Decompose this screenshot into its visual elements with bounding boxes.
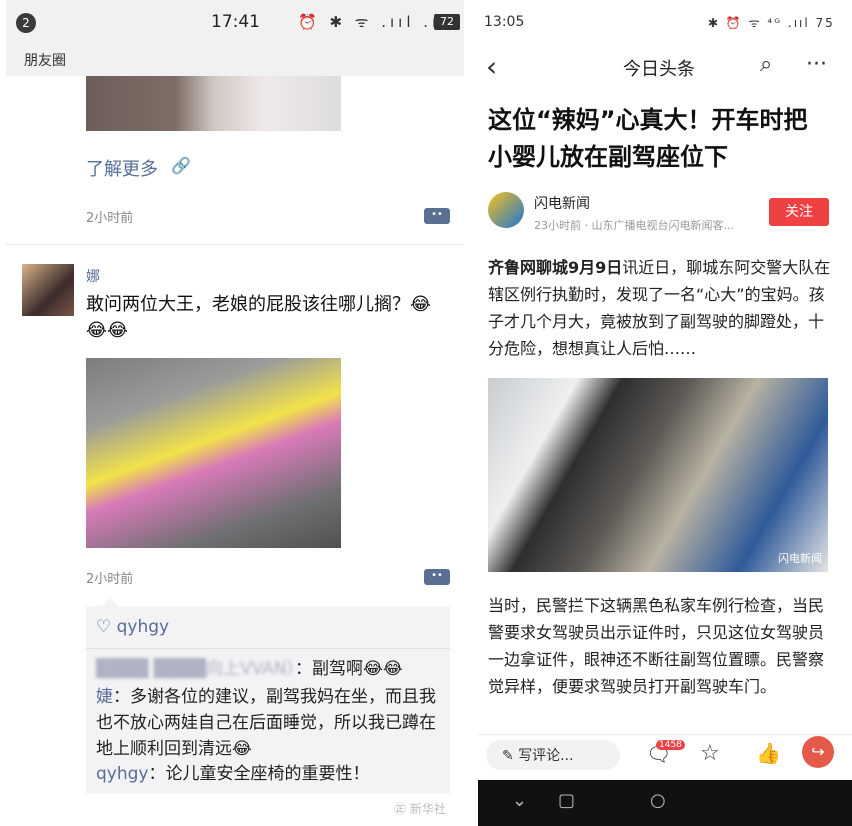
nav-down-icon[interactable]: ⌄ [512,790,527,811]
toutiao-article-screen: 13:05 ✱ ⏰ ᯤ ⁴ᴳ .ııl 75 ‹ 今日头条 ⌕ ··· 这位“辣… [478,0,852,826]
comment-divider [86,648,450,649]
comment-box-arrow [102,598,118,606]
notification-badge: 2 [16,13,36,33]
avatar[interactable] [22,264,74,316]
article-paragraph: 当时，民警拦下这辆黑色私家车例行检查，当民警要求女驾驶员出示证件时，只见这位女驾… [488,596,825,696]
lead-bold: 齐鲁网聊城9月9日 [488,258,623,277]
post-time: 2小时前 [86,572,134,587]
comment-text: ：副驾啊😂😂 [295,659,403,679]
more-icon[interactable]: ··· [806,52,827,77]
panel-separator [464,0,478,826]
watermark: ㊣ 新华社 [394,802,446,816]
back-icon[interactable]: ‹ [486,50,497,83]
comment-author[interactable]: 婕 [96,687,113,707]
post-time: 2小时前 [86,211,134,226]
wechat-moments-screen: 2 17:41 ⏰ ✱ ᯤ .ııl .ııl 72 朋友圈 了解更多 🔗 2小… [6,0,464,826]
status-time: 17:41 [211,12,260,32]
search-icon[interactable]: ⌕ [760,52,772,77]
source-meta: 23小时前 · 山东广播电视台闪电新闻客... [534,219,734,232]
link-icon: 🔗 [171,156,191,175]
comment-count-badge: 1458 [656,740,685,750]
photo-watermark: 闪电新闻 [778,552,822,565]
share-icon[interactable]: ↪ [802,736,834,768]
status-time: 13:05 [484,14,525,30]
article-lead: 齐鲁网聊城9月9日讯近日，聊城东阿交警大队在辖区例行执勤时，发现了一名“心大”的… [488,254,832,362]
likes-line[interactable]: ♡ qyhgy [96,617,169,637]
comment-author[interactable]: ████ ████向上VVAN） [96,659,295,679]
comment-input-label: ✎ 写评论... [502,748,574,764]
source-logo-icon[interactable] [488,192,524,228]
comment-action-icon[interactable]: •• [424,569,450,585]
comment-item[interactable]: 婕：多谢各位的建议，副驾我妈在坐，而且我也不放心两娃自己在后面睡觉，所以我已蹲在… [96,684,446,762]
learn-more-link[interactable]: 了解更多 [86,155,158,181]
post-photo[interactable] [86,358,341,548]
like-icon[interactable]: 👍 [756,741,781,765]
article-photo[interactable] [488,378,828,572]
comment-action-icon[interactable]: •• [424,208,450,224]
comment-item[interactable]: ████ ████向上VVAN）：副驾啊😂😂 [96,656,446,682]
moments-header [6,44,464,76]
nav-square-icon[interactable]: ▢ [558,790,575,811]
status-icons: ⏰ ✱ ᯤ .ııl .ııl [298,13,457,31]
article-headline: 这位“辣妈”心真大！开车时把小婴儿放在副驾座位下 [488,106,808,171]
post-divider [6,244,464,245]
battery-icon: 72 [434,14,460,30]
post-image-top[interactable] [86,76,341,131]
page-title: 朋友圈 [24,53,66,69]
nav-title: 今日头条 [623,59,695,80]
follow-button[interactable]: 关注 [769,198,829,226]
favorite-icon[interactable]: ☆ [700,741,720,766]
nav-circle-icon[interactable]: ○ [650,790,666,811]
comment-item[interactable]: qyhgy：论儿童安全座椅的重要性！ [96,761,446,787]
status-icons: ✱ ⏰ ᯤ ⁴ᴳ .ııl 75 [708,16,835,30]
comment-text: ：论儿童安全座椅的重要性！ [148,764,370,784]
post-username[interactable]: 娜 [86,266,100,286]
comment-author[interactable]: qyhgy [96,764,148,784]
comment-text: ：多谢各位的建议，副驾我妈在坐，而且我也不放心两娃自己在后面睡觉，所以我已蹲在地… [96,687,436,759]
post-text: 敢问两位大王，老娘的屁股该往哪儿搁？😂😂😂 [86,294,432,341]
source-name[interactable]: 闪电新闻 [534,193,590,213]
